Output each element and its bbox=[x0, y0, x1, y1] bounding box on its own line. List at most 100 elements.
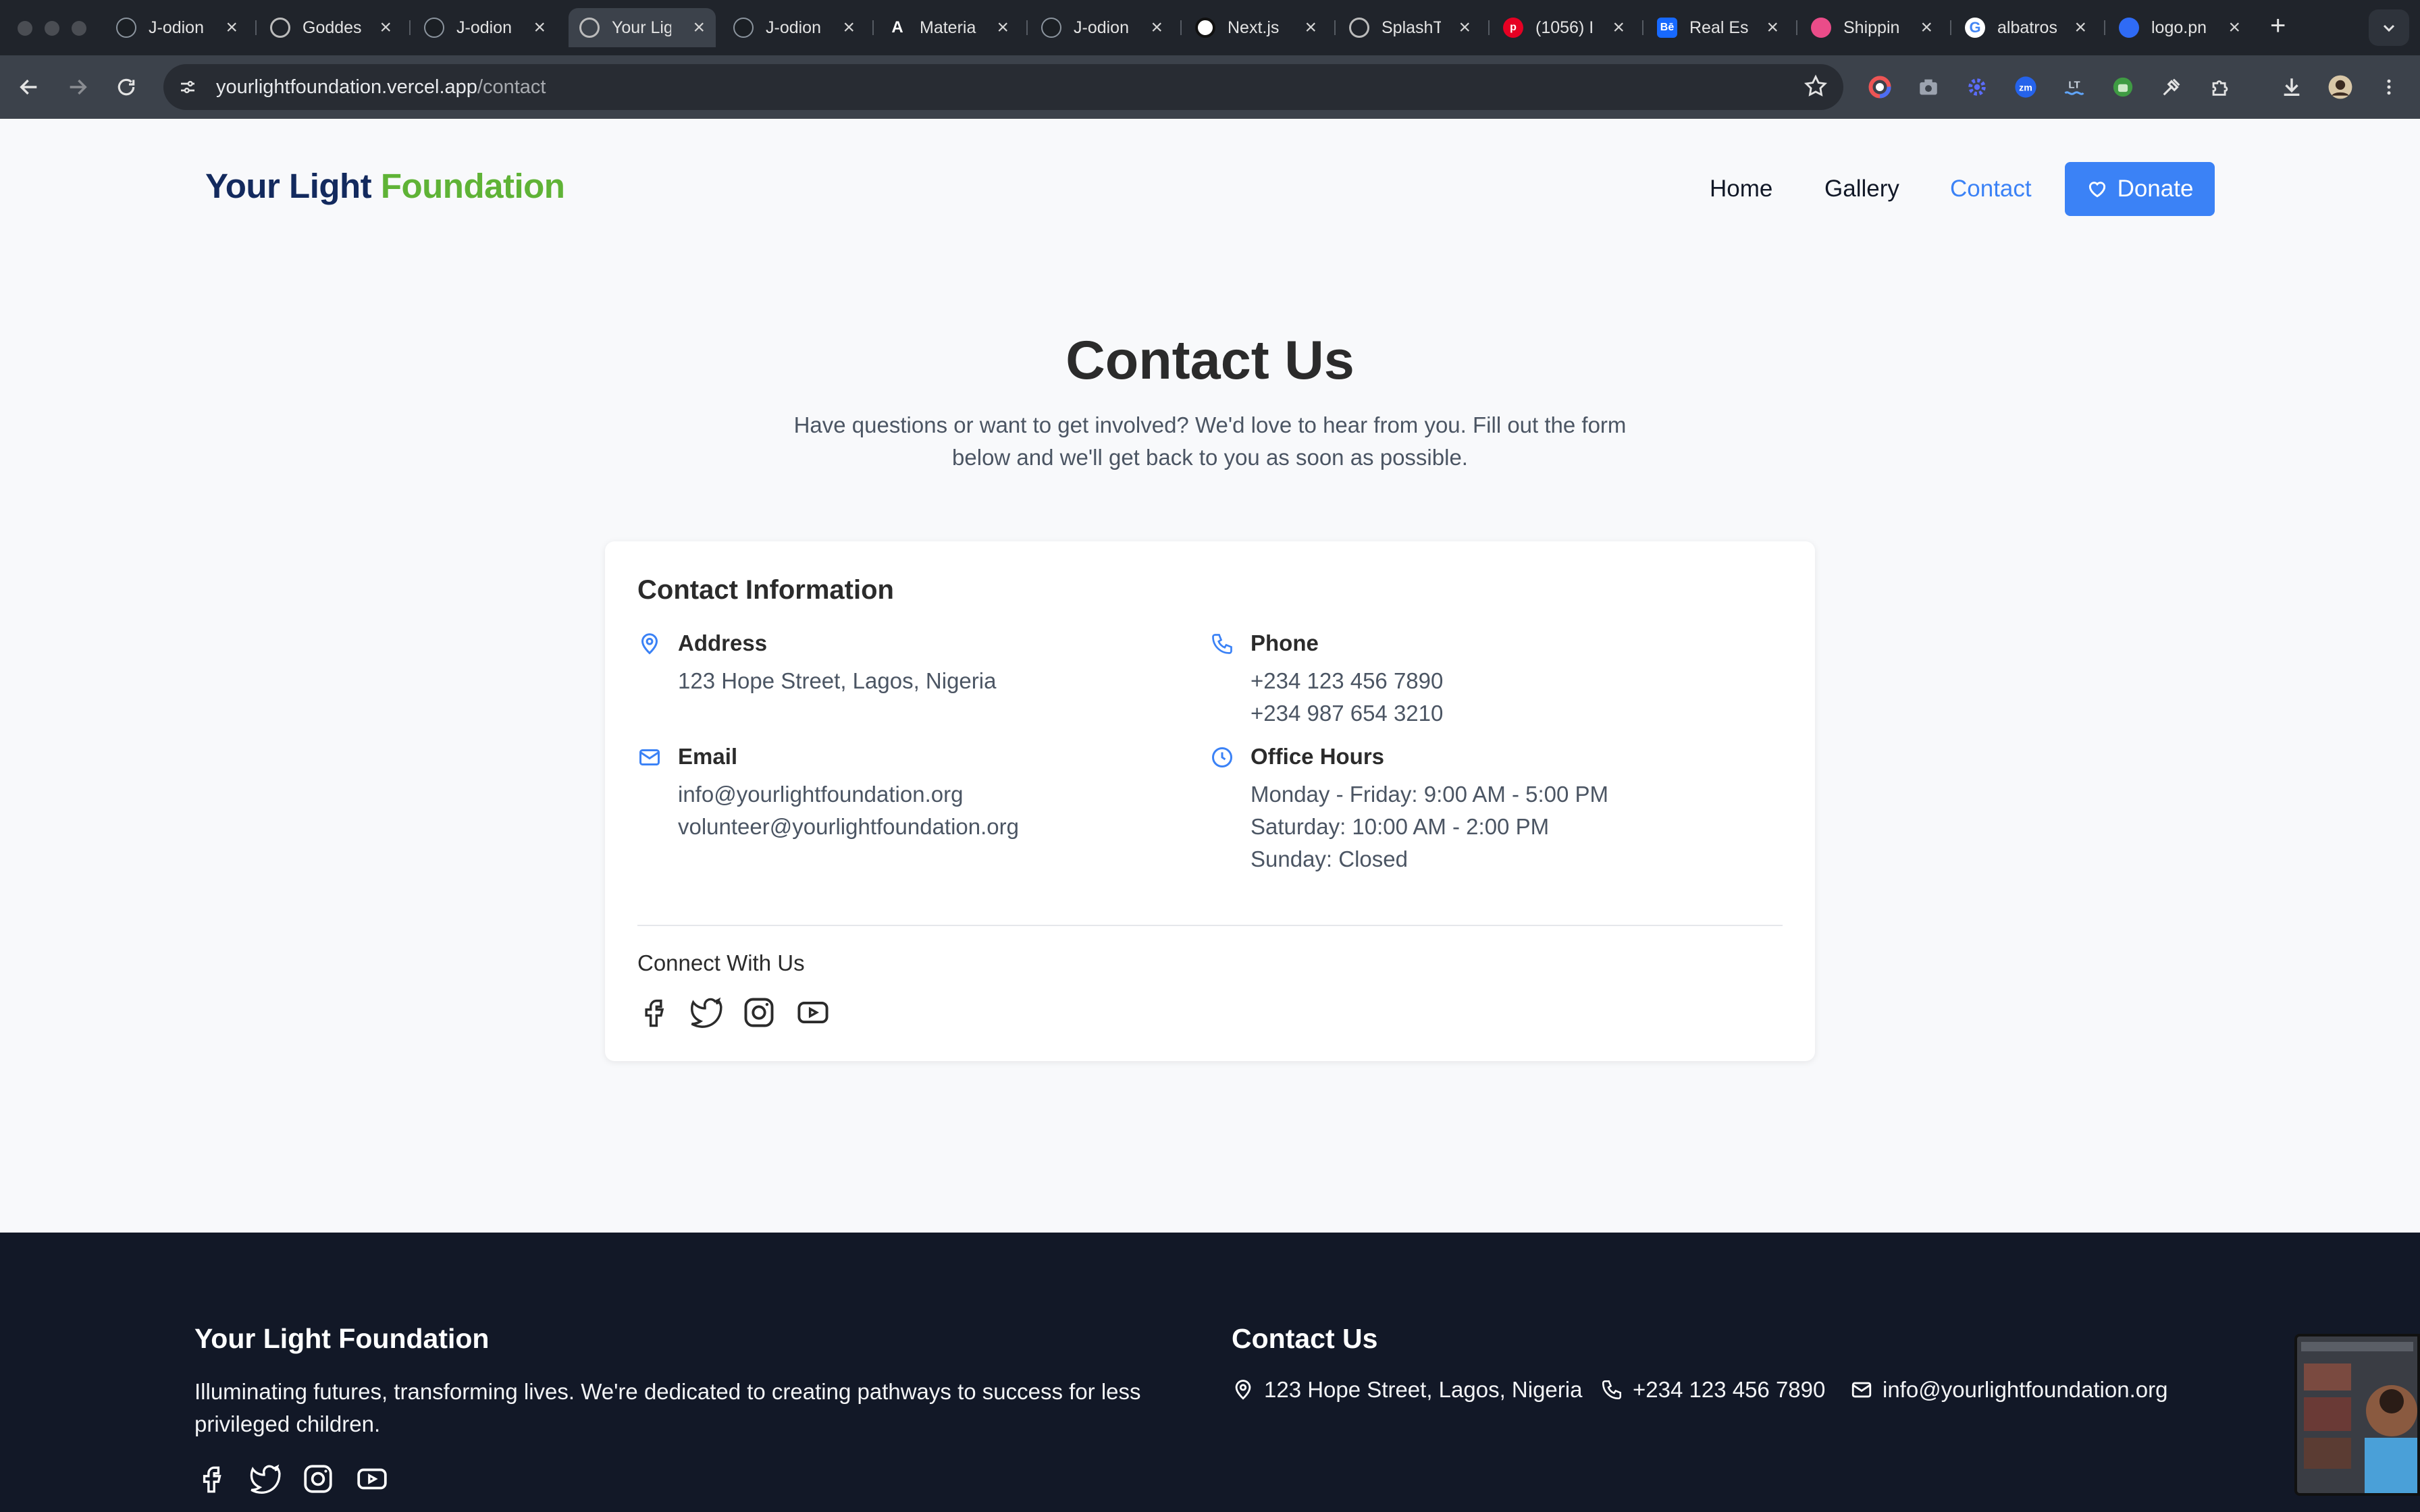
picture-in-picture-preview[interactable] bbox=[2294, 1334, 2420, 1496]
page-lead: Have questions or want to get involved? … bbox=[763, 409, 1657, 474]
footer-email[interactable]: info@yourlightfoundation.org bbox=[1850, 1377, 2167, 1403]
nav-link-contact[interactable]: Contact bbox=[1950, 176, 2032, 202]
new-tab-plus-icon[interactable]: + bbox=[2270, 11, 2286, 41]
tab-separator bbox=[1950, 20, 1951, 35]
browser-tab[interactable]: J-odion × bbox=[1030, 8, 1174, 47]
tab-separator bbox=[1334, 20, 1336, 35]
donate-button[interactable]: Donate bbox=[2065, 162, 2215, 216]
close-icon[interactable]: × bbox=[226, 18, 238, 38]
browser-tab[interactable]: logo.pn × bbox=[2108, 8, 2251, 47]
logo-text-foundation: Foundation bbox=[380, 167, 565, 205]
tab-separator bbox=[1180, 20, 1182, 35]
youtube-icon[interactable] bbox=[795, 995, 831, 1030]
close-icon[interactable]: × bbox=[1612, 18, 1625, 38]
browser-tab[interactable]: p (1056) I × bbox=[1492, 8, 1635, 47]
zoom-extension-icon[interactable]: zm bbox=[2011, 72, 2041, 102]
close-icon[interactable]: × bbox=[1305, 18, 1317, 38]
twitter-icon[interactable] bbox=[687, 995, 722, 1030]
youtube-icon[interactable] bbox=[355, 1462, 389, 1496]
android-extension-icon[interactable] bbox=[2108, 72, 2138, 102]
browser-tab-active[interactable]: Your Lig × bbox=[569, 8, 716, 47]
window-minimize-dot[interactable] bbox=[45, 21, 59, 36]
tab-search-chevron-icon[interactable] bbox=[2369, 9, 2409, 46]
nav-link-home[interactable]: Home bbox=[1710, 176, 1772, 202]
email-value[interactable]: volunteer@yourlightfoundation.org bbox=[678, 814, 1019, 840]
email-value[interactable]: info@yourlightfoundation.org bbox=[678, 782, 963, 807]
forward-arrow-icon[interactable] bbox=[59, 69, 96, 105]
browser-tab[interactable]: SplashT × bbox=[1338, 8, 1481, 47]
email-label: Email bbox=[678, 744, 738, 769]
browser-tab[interactable]: Goddes × bbox=[259, 8, 402, 47]
site-logo[interactable]: Your Light Foundation bbox=[205, 166, 565, 206]
tab-separator bbox=[1488, 20, 1490, 35]
logo-text-your-light: Your Light bbox=[205, 167, 372, 205]
footer-phone[interactable]: +234 123 456 7890 bbox=[1600, 1377, 1825, 1403]
footer-brand-title: Your Light Foundation bbox=[194, 1323, 490, 1354]
download-icon[interactable] bbox=[2277, 72, 2307, 102]
close-icon[interactable]: × bbox=[1920, 18, 1932, 38]
tab-separator bbox=[1026, 20, 1028, 35]
back-arrow-icon[interactable] bbox=[11, 69, 47, 105]
connect-with-us-label: Connect With Us bbox=[637, 950, 805, 975]
extensions-puzzle-icon[interactable] bbox=[2205, 72, 2235, 102]
window-zoom-dot[interactable] bbox=[72, 21, 86, 36]
footer-description: Illuminating futures, transforming lives… bbox=[194, 1376, 1207, 1440]
google-icon: G bbox=[1965, 18, 1985, 38]
close-icon[interactable]: × bbox=[2228, 18, 2240, 38]
close-icon[interactable]: × bbox=[2074, 18, 2086, 38]
tab-separator bbox=[872, 20, 874, 35]
browser-tab[interactable]: Shippin × bbox=[1800, 8, 1943, 47]
heart-icon bbox=[2088, 182, 2105, 198]
close-icon[interactable]: × bbox=[1458, 18, 1471, 38]
phone-icon bbox=[1602, 1380, 1622, 1400]
card-title: Contact Information bbox=[637, 575, 894, 605]
reload-icon[interactable] bbox=[108, 69, 144, 105]
close-icon[interactable]: × bbox=[379, 18, 392, 38]
close-icon[interactable]: × bbox=[997, 18, 1009, 38]
phone-value[interactable]: +234 987 654 3210 bbox=[1251, 701, 1443, 726]
close-icon[interactable]: × bbox=[533, 18, 546, 38]
tab-separator bbox=[1642, 20, 1643, 35]
eyedropper-icon[interactable] bbox=[2157, 72, 2186, 102]
phone-value[interactable]: +234 123 456 7890 bbox=[1251, 668, 1443, 694]
phone-icon bbox=[1212, 634, 1232, 654]
color-picker-extension-icon[interactable] bbox=[1865, 72, 1895, 102]
profile-avatar-icon[interactable] bbox=[2325, 72, 2355, 102]
browser-tab[interactable]: J-odion × bbox=[722, 8, 866, 47]
tab-separator bbox=[1796, 20, 1797, 35]
footer-address: 123 Hope Street, Lagos, Nigeria bbox=[1232, 1377, 1582, 1403]
instagram-icon[interactable] bbox=[741, 995, 777, 1030]
window-close-dot[interactable] bbox=[18, 21, 32, 36]
site-footer: Your Light Foundation Illuminating futur… bbox=[0, 1233, 2420, 1512]
close-icon[interactable]: × bbox=[843, 18, 855, 38]
facebook-icon[interactable] bbox=[636, 995, 671, 1030]
close-icon[interactable]: × bbox=[1766, 18, 1779, 38]
bookmark-star-icon[interactable] bbox=[1803, 74, 1829, 103]
url-path: /contact bbox=[477, 76, 546, 98]
browser-tab[interactable]: A Materia × bbox=[876, 8, 1020, 47]
facebook-icon[interactable] bbox=[194, 1462, 228, 1496]
behance-icon: Bē bbox=[1657, 18, 1677, 38]
map-pin-icon bbox=[641, 633, 658, 655]
office-hours-value: Sunday: Closed bbox=[1251, 846, 1408, 871]
browser-tab[interactable]: J-odion × bbox=[413, 8, 556, 47]
lead-line: Have questions or want to get involved? … bbox=[793, 412, 1627, 437]
instagram-icon[interactable] bbox=[301, 1462, 335, 1496]
site-info-icon[interactable] bbox=[172, 71, 204, 103]
browser-tab[interactable]: Next.js × bbox=[1184, 8, 1327, 47]
address-bar[interactable]: yourlightfoundation.vercel.app/contact bbox=[163, 64, 1843, 110]
browser-menu-icon[interactable] bbox=[2374, 72, 2404, 102]
wave-extension-icon[interactable]: LT bbox=[2059, 72, 2089, 102]
gear-extension-icon[interactable] bbox=[1962, 72, 1992, 102]
close-icon[interactable]: × bbox=[1151, 18, 1163, 38]
twitter-icon[interactable] bbox=[247, 1462, 281, 1496]
browser-tab[interactable]: Bē Real Es × bbox=[1646, 8, 1789, 47]
close-icon[interactable]: × bbox=[693, 18, 705, 38]
address-value: 123 Hope Street, Lagos, Nigeria bbox=[678, 668, 997, 693]
nav-link-gallery[interactable]: Gallery bbox=[1824, 176, 1899, 202]
donate-label: Donate bbox=[2117, 176, 2194, 202]
footer-description-line: privileged children. bbox=[194, 1411, 381, 1436]
browser-tab[interactable]: G albatros × bbox=[1954, 8, 2097, 47]
camera-extension-icon[interactable] bbox=[1914, 72, 1943, 102]
browser-tab[interactable]: J-odion × bbox=[105, 8, 248, 47]
